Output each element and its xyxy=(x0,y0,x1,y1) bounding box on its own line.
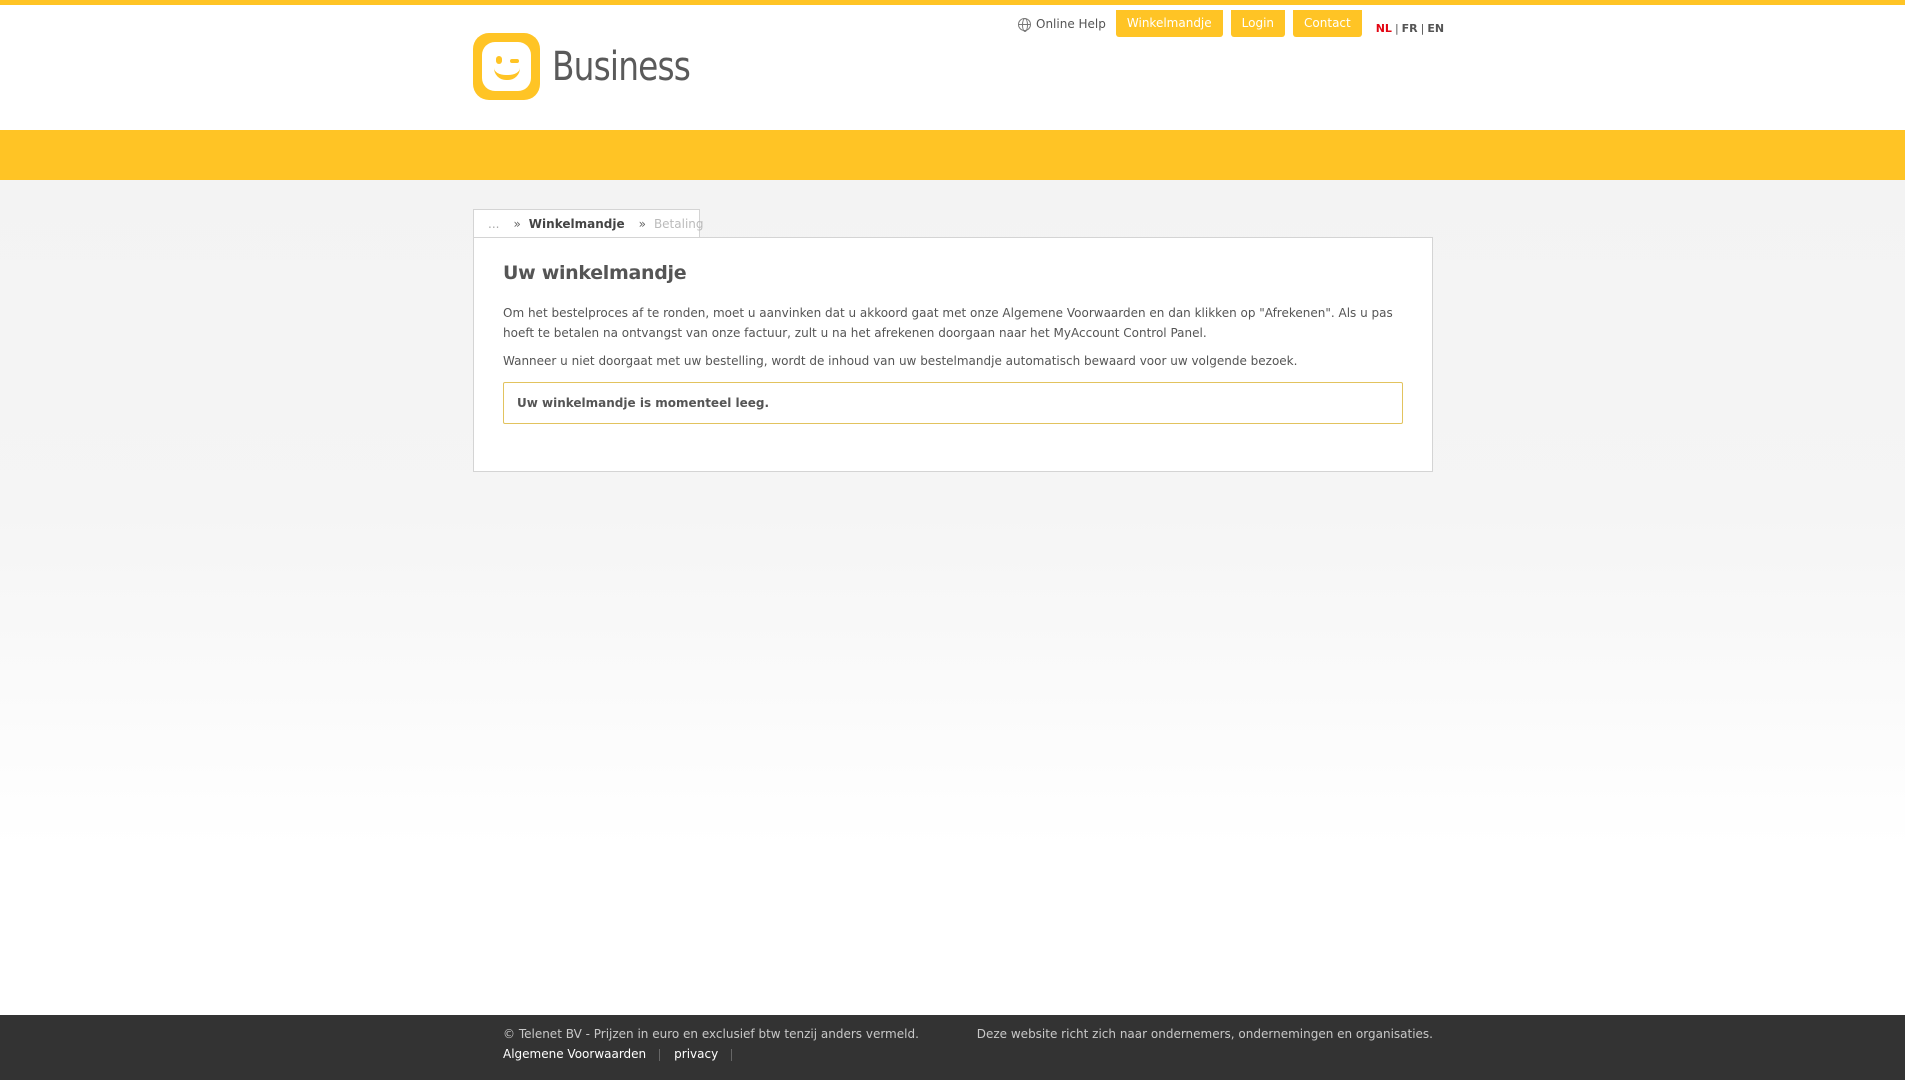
page-title: Uw winkelmandje xyxy=(503,262,687,284)
nav-tab-contact[interactable]: Contact xyxy=(1293,10,1362,37)
breadcrumb-betaling: Betaling xyxy=(653,217,704,231)
language-switcher: NL | FR | EN xyxy=(1375,22,1445,35)
nav-tab-winkelmandje[interactable]: Winkelmandje xyxy=(1115,10,1223,37)
footer-copyright: © Telenet BV - Prijzen in euro en exclus… xyxy=(503,1027,919,1041)
cart-panel: Uw winkelmandje Om het bestelproces af t… xyxy=(473,237,1433,472)
footer-link-privacy[interactable]: privacy xyxy=(674,1047,718,1061)
footer-left: © Telenet BV - Prijzen in euro en exclus… xyxy=(503,1027,919,1061)
site-header: Business Online Help Winkelmandje Login … xyxy=(0,5,1905,130)
language-en[interactable]: EN xyxy=(1427,22,1444,35)
telenet-business-logo[interactable]: Business xyxy=(473,33,720,100)
yellow-banner-bar xyxy=(0,130,1905,180)
breadcrumb-separator: » xyxy=(513,217,521,231)
breadcrumb-previous[interactable]: ... xyxy=(488,217,499,231)
site-footer: © Telenet BV - Prijzen in euro en exclus… xyxy=(0,1015,1905,1080)
cart-saved-notice: Wanneer u niet doorgaat met uw bestellin… xyxy=(503,354,1298,368)
online-help-label: Online Help xyxy=(1036,17,1106,31)
footer-link-algemene-voorwaarden[interactable]: Algemene Voorwaarden xyxy=(503,1047,646,1061)
footer-links: Algemene Voorwaarden privacy xyxy=(503,1047,919,1061)
footer-notice: Deze website richt zich naar ondernemers… xyxy=(976,1027,1433,1041)
checkout-instructions: Om het bestelproces af te ronden, moet u… xyxy=(503,306,1393,340)
logo-text: Business xyxy=(552,43,691,90)
breadcrumb-winkelmandje[interactable]: Winkelmandje xyxy=(529,217,625,231)
online-help-link[interactable]: Online Help xyxy=(1018,17,1106,32)
empty-cart-message: Uw winkelmandje is momenteel leeg. xyxy=(503,382,1403,424)
top-navigation: Online Help Winkelmandje Login Contact N… xyxy=(1018,10,1444,38)
nav-tab-login[interactable]: Login xyxy=(1230,10,1286,37)
breadcrumb: ... » Winkelmandje » Betaling xyxy=(473,209,704,238)
language-fr[interactable]: FR xyxy=(1402,22,1418,35)
language-nl[interactable]: NL xyxy=(1376,22,1392,35)
telenet-face-icon xyxy=(473,33,540,100)
globe-icon xyxy=(1018,17,1031,32)
breadcrumb-separator: » xyxy=(638,217,646,231)
